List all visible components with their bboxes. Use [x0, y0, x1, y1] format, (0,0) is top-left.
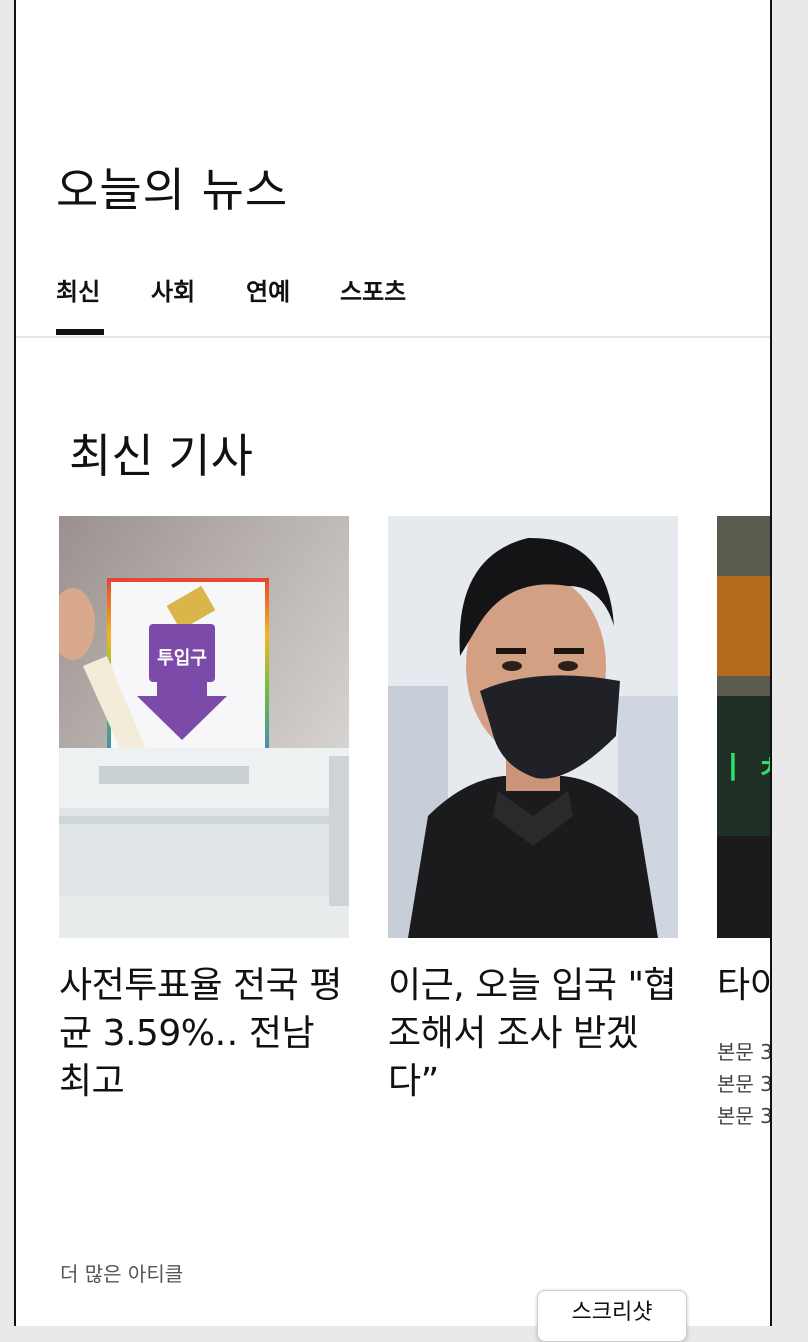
article-card[interactable]: 투입구 사전투표율 전국 평균 3.59%‥ 전남 최고 — [59, 516, 349, 1196]
article-carousel[interactable]: 투입구 사전투표율 전국 평균 3.59%‥ 전남 최고 이근, 오늘 입국 "… — [16, 516, 770, 1196]
svg-text:투입구: 투입구 — [157, 647, 207, 669]
tab-latest[interactable]: 최신 — [56, 272, 100, 307]
screenshot-button[interactable]: 스크리샷 — [537, 1290, 687, 1342]
more-articles-link[interactable]: 더 많은 아티클 — [60, 1258, 183, 1287]
tab-sports[interactable]: 스포츠 — [340, 272, 406, 307]
article-card[interactable]: ㅣ ㅊ 타이틀 2줄 본문 3 본문 3 본문 3 — [717, 516, 772, 1196]
article-headline[interactable]: 타이틀 2줄 — [717, 962, 770, 1010]
body-line: 본문 3 — [717, 1104, 772, 1128]
body-line: 본문 3 — [717, 1040, 772, 1064]
body-line: 본문 3 — [717, 1072, 772, 1096]
section-title: 최신 기사 — [69, 429, 253, 483]
active-tab-indicator — [56, 329, 104, 335]
article-headline[interactable]: 사전투표율 전국 평균 3.59%‥ 전남 최고 — [59, 962, 349, 1106]
page-title: 오늘의 뉴스 — [56, 163, 289, 217]
partial-photo: ㅣ ㅊ — [717, 516, 772, 938]
article-body: 본문 3 본문 3 본문 3 — [717, 1036, 772, 1132]
tab-entertainment[interactable]: 연예 — [246, 272, 290, 307]
category-tabs: 최신 사회 연예 스포츠 — [16, 266, 770, 340]
app-screen: 오늘의 뉴스 최신 사회 연예 스포츠 최신 기사 투입구 사전투표율 전국 평… — [14, 0, 772, 1326]
ballot-box-photo: 투입구 — [59, 516, 349, 938]
tab-society[interactable]: 사회 — [151, 272, 195, 307]
tabs-divider — [16, 336, 770, 338]
svg-text:ㅣ ㅊ: ㅣ ㅊ — [719, 751, 772, 786]
article-card[interactable]: 이근, 오늘 입국 "협조해서 조사 받겠다” — [388, 516, 678, 1196]
article-headline[interactable]: 이근, 오늘 입국 "협조해서 조사 받겠다” — [388, 962, 678, 1106]
man-in-mask-photo — [388, 516, 678, 938]
